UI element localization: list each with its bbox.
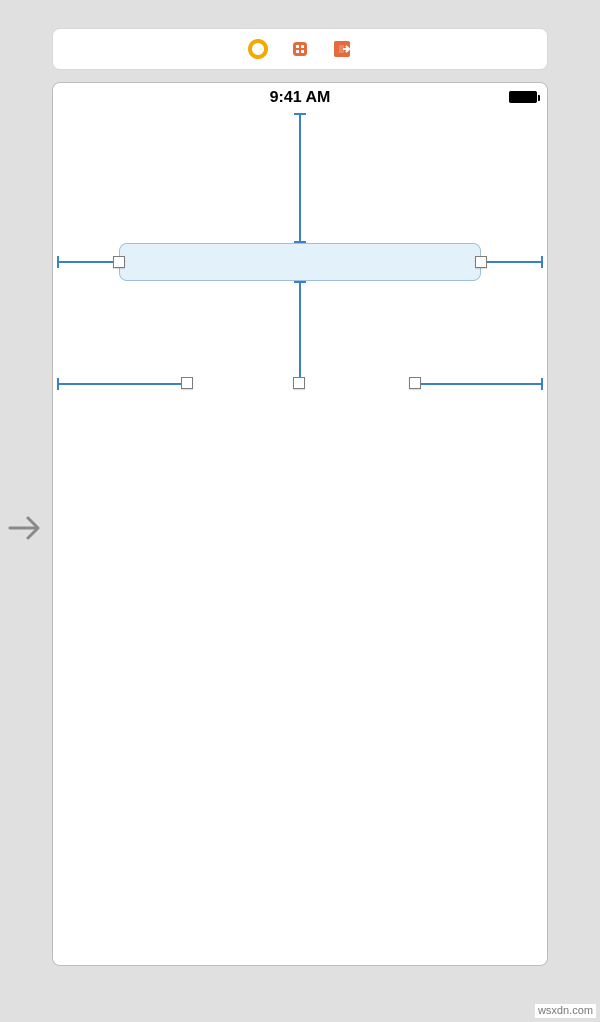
watermark: wsxdn.com — [535, 1004, 596, 1018]
constraint-cap — [57, 378, 59, 390]
storyboard-entry-arrow-icon[interactable] — [6, 508, 46, 548]
selection-handle[interactable] — [409, 377, 421, 389]
selection-handle-right[interactable] — [475, 256, 487, 268]
view-controller-canvas[interactable]: 9:41 AM — [52, 82, 548, 966]
text-field[interactable] — [119, 243, 481, 281]
constraint-cap — [294, 113, 306, 115]
first-responder-icon[interactable] — [290, 39, 310, 59]
status-bar: 9:41 AM — [53, 89, 547, 109]
scene-dock[interactable] — [52, 28, 548, 70]
trailing-constraint[interactable] — [481, 261, 543, 263]
exit-icon[interactable] — [332, 39, 352, 59]
scene-dock-icon[interactable] — [248, 39, 268, 59]
top-spacing-constraint[interactable] — [299, 113, 301, 243]
constraint-cap — [541, 256, 543, 268]
constraint-cap — [294, 281, 306, 283]
trailing-constraint-2[interactable] — [415, 383, 543, 385]
leading-constraint[interactable] — [57, 261, 119, 263]
selection-handle-left[interactable] — [113, 256, 125, 268]
vertical-spacing-constraint[interactable] — [299, 281, 301, 377]
constraint-cap — [57, 256, 59, 268]
constraint-cap — [541, 378, 543, 390]
status-time: 9:41 AM — [270, 89, 331, 107]
leading-constraint-2[interactable] — [57, 383, 183, 385]
battery-icon — [509, 91, 537, 103]
selection-handle[interactable] — [293, 377, 305, 389]
selection-handle[interactable] — [181, 377, 193, 389]
